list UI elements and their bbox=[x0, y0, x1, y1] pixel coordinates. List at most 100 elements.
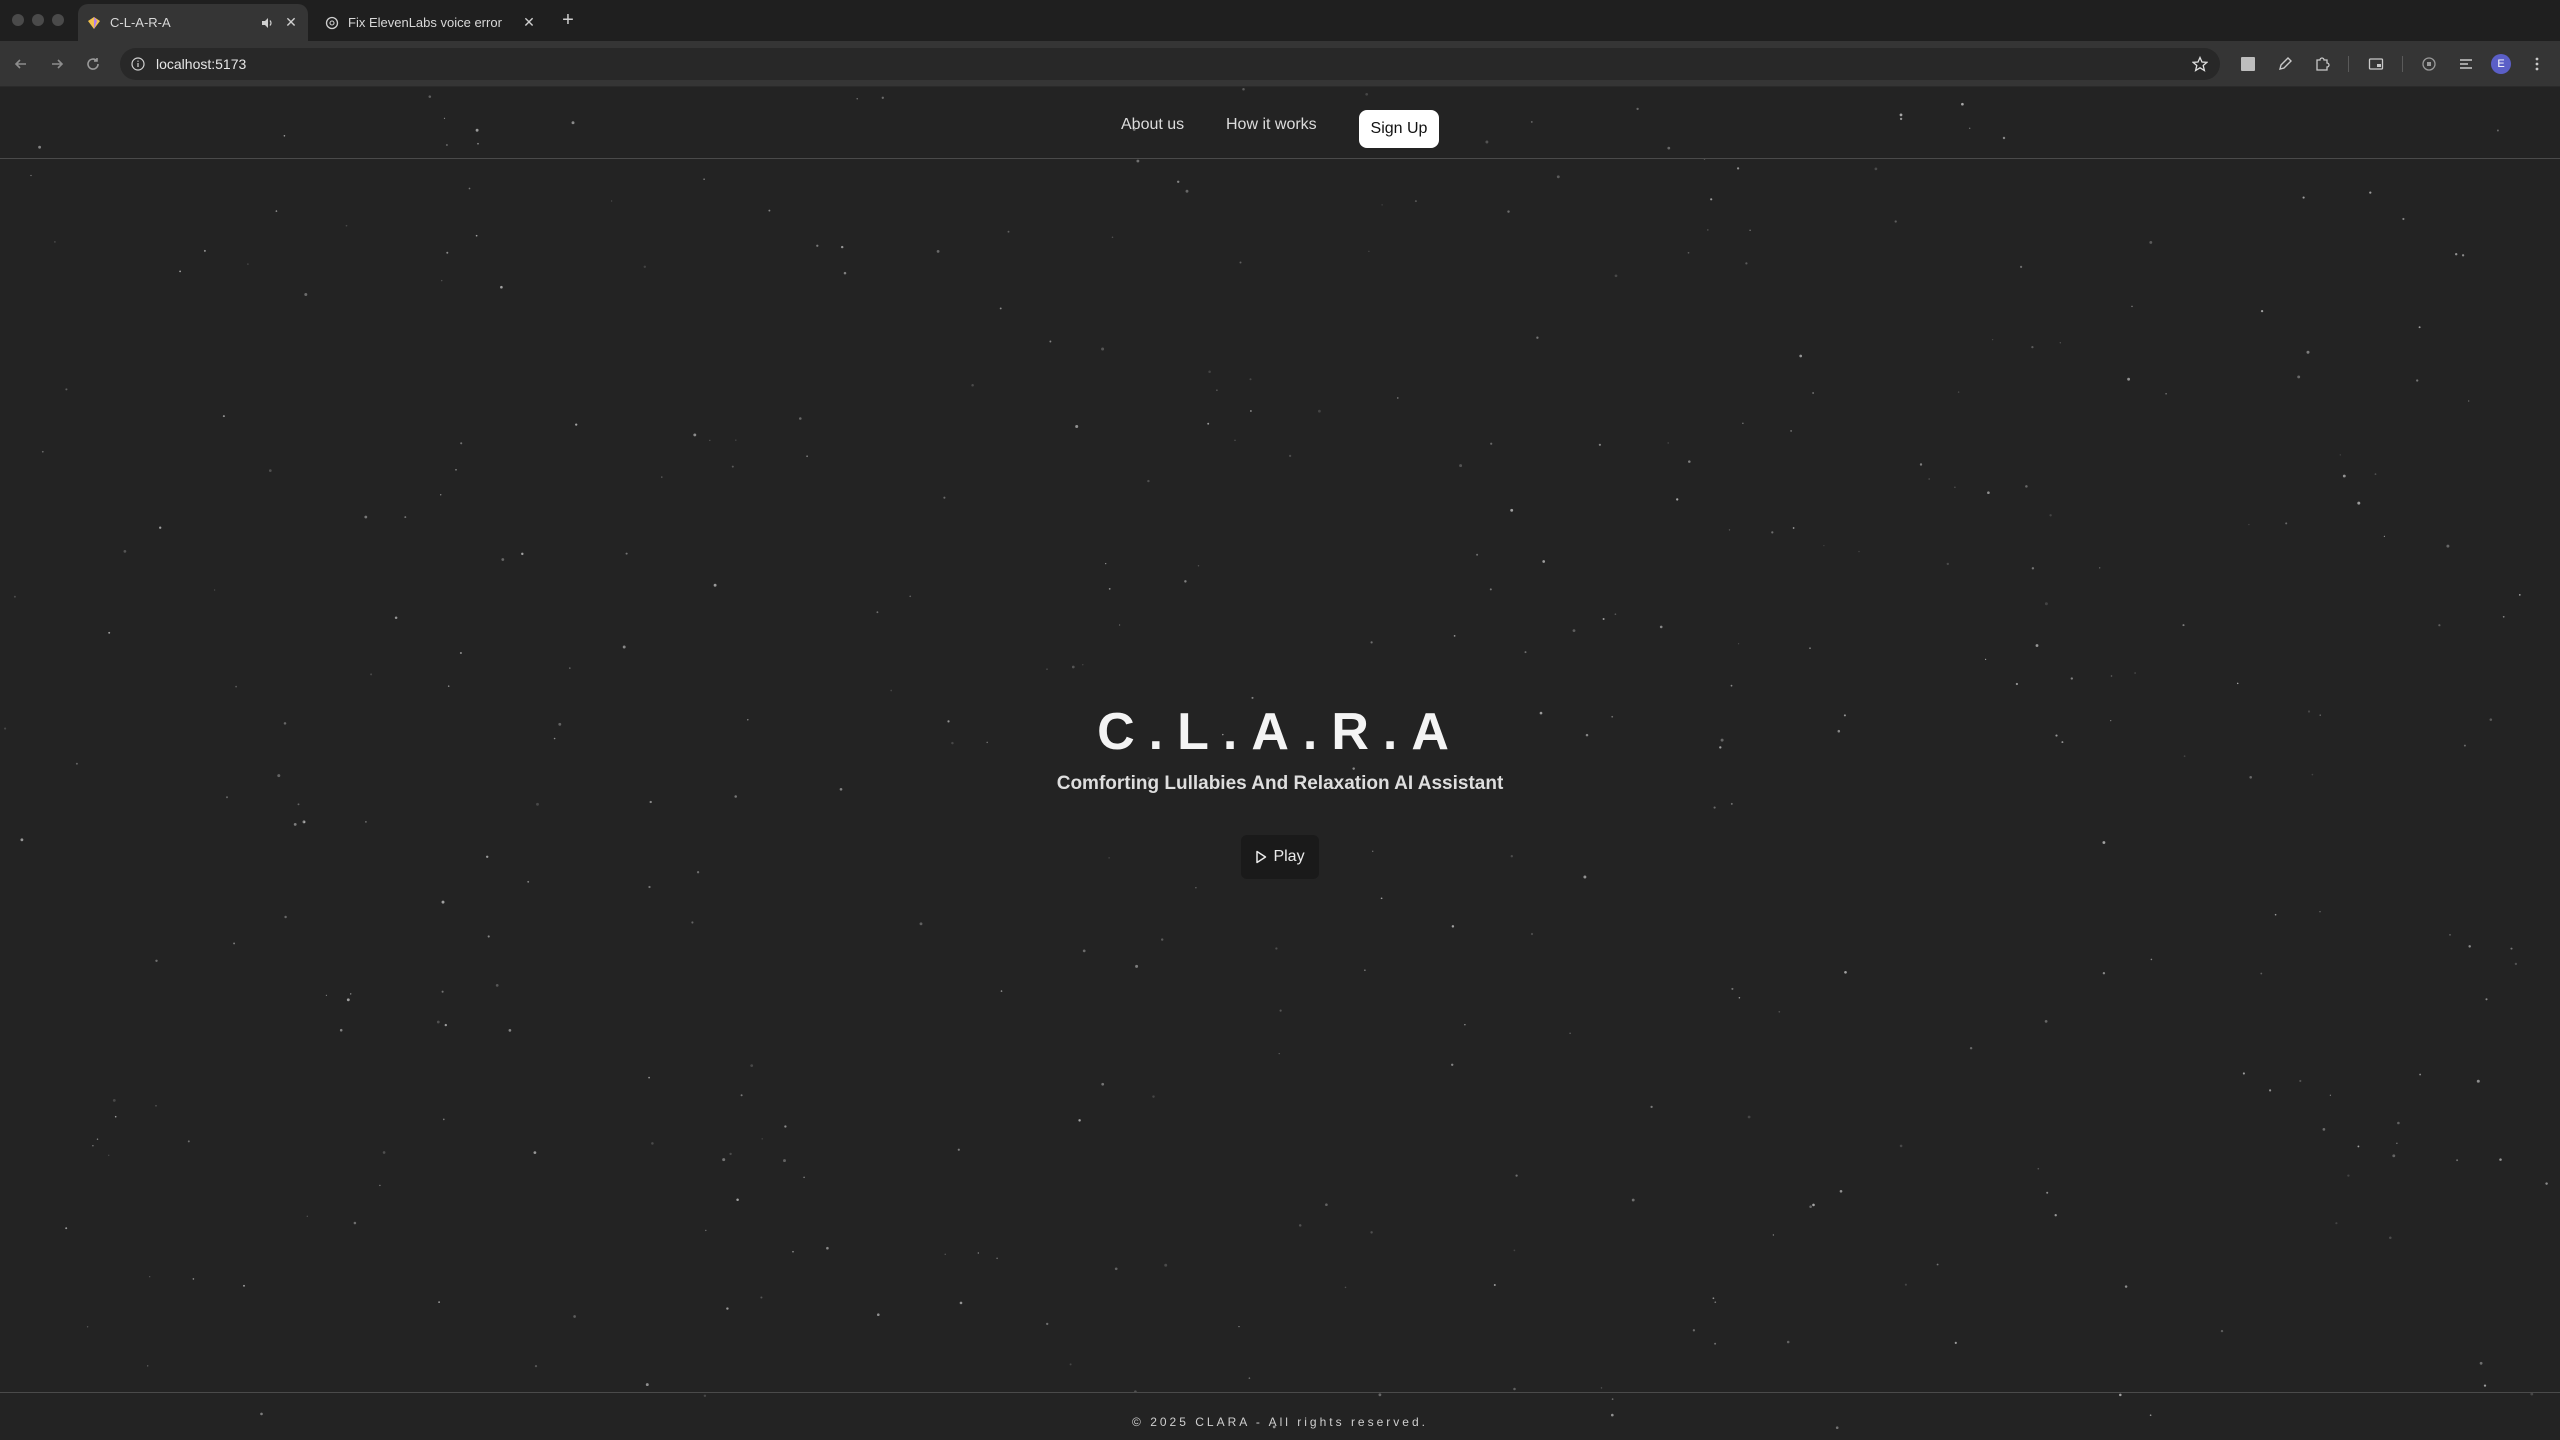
star-dot bbox=[1049, 340, 1052, 343]
star-dot bbox=[1790, 429, 1793, 432]
star-dot bbox=[1111, 236, 1114, 239]
star-dot bbox=[1325, 1203, 1328, 1207]
star-dot bbox=[2242, 1072, 2245, 1075]
star-dot bbox=[1772, 1234, 1775, 1236]
star-dot bbox=[2357, 1145, 2360, 1148]
pen-icon[interactable] bbox=[2274, 53, 2296, 75]
star-dot bbox=[971, 383, 974, 387]
star-dot bbox=[2070, 677, 2073, 680]
star-dot bbox=[1105, 562, 1107, 565]
star-dot bbox=[1583, 875, 1587, 879]
reading-list-icon[interactable] bbox=[2455, 53, 2477, 75]
star-dot bbox=[2031, 567, 2035, 570]
star-dot bbox=[2510, 947, 2513, 950]
menu-kebab-icon[interactable] bbox=[2526, 53, 2548, 75]
star-dot bbox=[1778, 1010, 1781, 1013]
media-icon[interactable] bbox=[2418, 53, 2440, 75]
star-dot bbox=[495, 984, 499, 987]
star-dot bbox=[112, 1099, 116, 1102]
star-dot bbox=[1524, 651, 1527, 654]
star-dot bbox=[304, 293, 308, 296]
star-dot bbox=[729, 1152, 732, 1156]
star-dot bbox=[2037, 1167, 2040, 1170]
star-dot bbox=[1812, 1203, 1815, 1207]
star-dot bbox=[1493, 1284, 1496, 1286]
star-dot bbox=[2499, 1158, 2502, 1161]
tab-close-icon[interactable]: ✕ bbox=[282, 14, 300, 32]
forward-icon[interactable] bbox=[44, 51, 70, 77]
star-dot bbox=[2269, 1089, 2272, 1092]
star-dot bbox=[1747, 1115, 1751, 1119]
star-dot bbox=[1451, 925, 1455, 928]
star-dot bbox=[936, 250, 940, 253]
star-dot bbox=[213, 589, 216, 591]
star-dot bbox=[1928, 478, 1931, 480]
extension-square-icon[interactable] bbox=[2237, 53, 2259, 75]
star-dot bbox=[1659, 625, 1663, 629]
window-close-control[interactable] bbox=[12, 14, 24, 26]
star-dot bbox=[1614, 613, 1617, 616]
new-tab-icon[interactable]: + bbox=[556, 8, 580, 32]
star-dot bbox=[155, 1105, 157, 1107]
star-dot bbox=[1007, 230, 1010, 233]
tab-elevenlabs[interactable]: Fix ElevenLabs voice error ✕ bbox=[316, 4, 546, 41]
tab-close-icon[interactable]: ✕ bbox=[520, 14, 538, 32]
star-dot bbox=[235, 685, 237, 688]
star-dot bbox=[149, 1276, 151, 1278]
star-dot bbox=[693, 433, 697, 437]
window-minimize-control[interactable] bbox=[32, 14, 44, 26]
star-dot bbox=[1738, 996, 1741, 999]
star-dot bbox=[625, 552, 628, 555]
play-button[interactable]: Play bbox=[1241, 835, 1319, 879]
star-dot bbox=[2297, 375, 2301, 379]
cast-icon[interactable] bbox=[2365, 53, 2387, 75]
star-dot bbox=[1954, 1341, 1957, 1344]
star-dot bbox=[1904, 1283, 1907, 1286]
star-dot bbox=[243, 1284, 245, 1287]
star-dot bbox=[521, 552, 524, 556]
star-dot bbox=[2438, 624, 2441, 627]
star-dot bbox=[876, 611, 879, 614]
address-bar[interactable]: localhost:5173 bbox=[120, 48, 2220, 80]
star-dot bbox=[440, 494, 442, 496]
browser-toolbar: localhost:5173 E bbox=[0, 41, 2560, 87]
star-dot bbox=[527, 880, 530, 883]
star-dot bbox=[1799, 354, 1803, 358]
star-dot bbox=[442, 1118, 445, 1121]
nav-about-link[interactable]: About us bbox=[1121, 116, 1184, 134]
star-dot bbox=[1792, 527, 1795, 529]
star-dot bbox=[2357, 501, 2361, 505]
star-dot bbox=[2468, 945, 2471, 948]
star-dot bbox=[649, 800, 652, 804]
star-dot bbox=[155, 959, 158, 963]
bookmark-star-icon[interactable] bbox=[2190, 54, 2210, 74]
window-zoom-control[interactable] bbox=[52, 14, 64, 26]
star-dot bbox=[1381, 204, 1383, 206]
star-dot bbox=[2455, 253, 2458, 256]
star-dot bbox=[1713, 806, 1716, 809]
profile-avatar[interactable]: E bbox=[2491, 54, 2511, 74]
star-dot bbox=[1119, 624, 1121, 626]
star-dot bbox=[1706, 229, 1709, 231]
star-dot bbox=[909, 595, 912, 598]
star-dot bbox=[648, 1076, 650, 1079]
star-dot bbox=[1275, 947, 1278, 950]
nav-how-it-works-link[interactable]: How it works bbox=[1226, 116, 1317, 134]
extensions-puzzle-icon[interactable] bbox=[2311, 53, 2333, 75]
star-dot bbox=[705, 1229, 707, 1232]
back-icon[interactable] bbox=[8, 51, 34, 77]
star-dot bbox=[2102, 841, 2106, 844]
speaker-icon[interactable] bbox=[258, 14, 276, 32]
star-dot bbox=[2110, 675, 2113, 677]
star-dot bbox=[1451, 1063, 1454, 1066]
signup-button[interactable]: Sign Up bbox=[1359, 110, 1439, 148]
star-dot bbox=[485, 855, 489, 859]
star-dot bbox=[1839, 1189, 1843, 1193]
star-dot bbox=[41, 450, 44, 453]
tab-clara[interactable]: C-L-A-R-A ✕ bbox=[78, 4, 308, 41]
reload-icon[interactable] bbox=[80, 51, 106, 77]
star-dot bbox=[2476, 1079, 2480, 1083]
site-info-icon[interactable] bbox=[130, 56, 146, 72]
star-dot bbox=[651, 1142, 654, 1145]
star-dot bbox=[2015, 682, 2019, 686]
